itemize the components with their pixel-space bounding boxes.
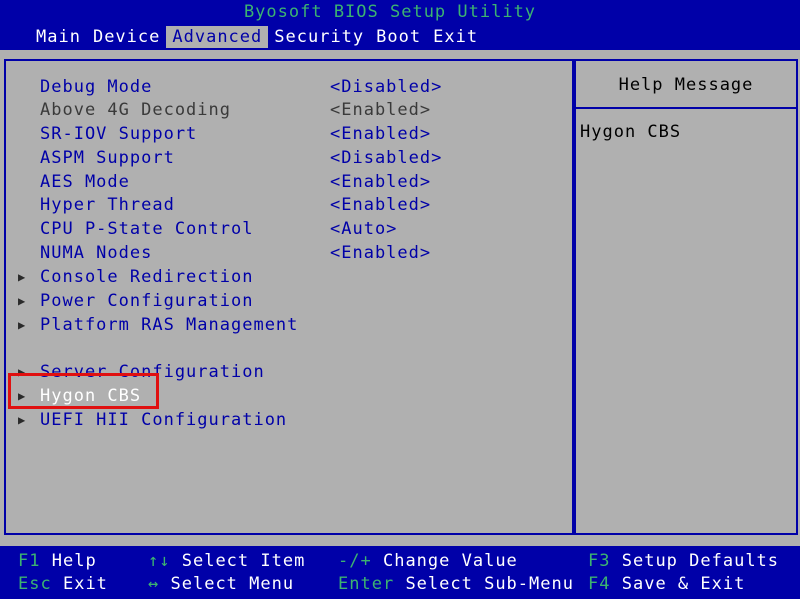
footer-setup-defaults: F3 Setup Defaults — [588, 549, 779, 573]
help-divider — [576, 107, 796, 109]
submenu-label: Power Configuration — [40, 291, 254, 311]
submenu-label: UEFI HII Configuration — [40, 410, 288, 430]
setting-aspm-support[interactable]: ASPM Support <Disabled> — [6, 146, 566, 170]
help-panel: Help Message Hygon CBS — [574, 59, 798, 535]
submenu-arrow-icon: ▶ — [18, 413, 26, 427]
footer-desc: Setup Defaults — [621, 551, 780, 571]
highlight-box — [8, 373, 159, 409]
footer-save-exit: F4 Save & Exit — [588, 572, 745, 596]
footer-key: Enter — [338, 574, 395, 594]
footer-key: ↑↓ — [148, 551, 171, 571]
tab-advanced[interactable]: Advanced — [166, 26, 269, 48]
footer-desc: Help — [51, 551, 97, 571]
footer-desc: Change Value — [382, 551, 518, 571]
footer-desc: Select Menu — [170, 574, 295, 594]
header-bar: Byosoft BIOS Setup Utility Main Device A… — [0, 0, 800, 50]
setting-numa-nodes[interactable]: NUMA Nodes <Enabled> — [6, 241, 566, 265]
setting-label: ASPM Support — [40, 148, 175, 168]
bios-title: Byosoft BIOS Setup Utility — [243, 2, 537, 22]
footer-help: F1 Help — [18, 549, 97, 573]
tab-boot[interactable]: Boot — [370, 26, 427, 48]
footer-bar: F1 Help Esc Exit ↑↓ Select Item ↔ Select… — [0, 546, 800, 599]
setting-value[interactable]: <Auto> — [330, 217, 397, 241]
help-text: Hygon CBS — [580, 122, 682, 142]
menu-bar: Main Device Advanced Security Boot Exit — [30, 26, 484, 48]
submenu-arrow-icon: ▶ — [18, 318, 26, 332]
tab-main[interactable]: Main — [30, 26, 87, 48]
setting-label: Above 4G Decoding — [40, 100, 231, 120]
submenu-arrow-icon: ▶ — [18, 294, 26, 308]
setting-value[interactable]: <Enabled> — [330, 122, 431, 146]
footer-key: F4 — [588, 574, 611, 594]
footer-select-sub-menu: Enter Select Sub-Menu — [338, 572, 574, 596]
footer-key: Esc — [18, 574, 52, 594]
footer-select-menu: ↔ Select Menu — [148, 572, 294, 596]
footer-key: F3 — [588, 551, 611, 571]
footer-desc: Save & Exit — [621, 574, 746, 594]
submenu-label: Platform RAS Management — [40, 315, 299, 335]
footer-key: ↔ — [148, 574, 160, 594]
setting-value[interactable]: <Enabled> — [330, 241, 431, 265]
setting-cpu-p-state-control[interactable]: CPU P-State Control <Auto> — [6, 217, 566, 241]
submenu-platform-ras-management[interactable]: ▶ Platform RAS Management — [6, 313, 566, 337]
submenu-arrow-icon: ▶ — [18, 270, 26, 284]
footer-desc: Select Sub-Menu — [405, 574, 574, 594]
tab-exit[interactable]: Exit — [427, 26, 484, 48]
footer-desc: Exit — [62, 574, 108, 594]
submenu-label: Console Redirection — [40, 267, 254, 287]
submenu-power-configuration[interactable]: ▶ Power Configuration — [6, 289, 566, 313]
footer-select-item: ↑↓ Select Item — [148, 549, 305, 573]
setting-value[interactable]: <Enabled> — [330, 193, 431, 217]
setting-value[interactable]: <Disabled> — [330, 146, 442, 170]
tab-security[interactable]: Security — [268, 26, 370, 48]
settings-panel: Debug Mode <Disabled> Above 4G Decoding … — [4, 59, 574, 535]
setting-label: SR-IOV Support — [40, 124, 198, 144]
setting-debug-mode[interactable]: Debug Mode <Disabled> — [6, 75, 566, 99]
help-title: Help Message — [618, 75, 754, 95]
setting-label: NUMA Nodes — [40, 243, 153, 263]
footer-exit: Esc Exit — [18, 572, 108, 596]
footer-key: -/+ — [338, 551, 372, 571]
setting-above-4g-decoding[interactable]: Above 4G Decoding <Enabled> — [6, 98, 566, 122]
setting-label: Hyper Thread — [40, 195, 175, 215]
submenu-console-redirection[interactable]: ▶ Console Redirection — [6, 265, 566, 289]
setting-label: AES Mode — [40, 172, 130, 192]
setting-aes-mode[interactable]: AES Mode <Enabled> — [6, 170, 566, 194]
setting-label: CPU P-State Control — [40, 219, 254, 239]
submenu-uefi-hii-configuration[interactable]: ▶ UEFI HII Configuration — [6, 408, 566, 432]
setting-sr-iov-support[interactable]: SR-IOV Support <Enabled> — [6, 122, 566, 146]
footer-desc: Select Item — [181, 551, 306, 571]
setting-value[interactable]: <Enabled> — [330, 98, 431, 122]
setting-value[interactable]: <Disabled> — [330, 75, 442, 99]
tab-device[interactable]: Device — [87, 26, 166, 48]
setting-label: Debug Mode — [40, 77, 153, 97]
bios-screen: Byosoft BIOS Setup Utility Main Device A… — [0, 0, 800, 599]
footer-change-value: -/+ Change Value — [338, 549, 518, 573]
setting-value[interactable]: <Enabled> — [330, 170, 431, 194]
footer-key: F1 — [18, 551, 41, 571]
setting-hyper-thread[interactable]: Hyper Thread <Enabled> — [6, 193, 566, 217]
